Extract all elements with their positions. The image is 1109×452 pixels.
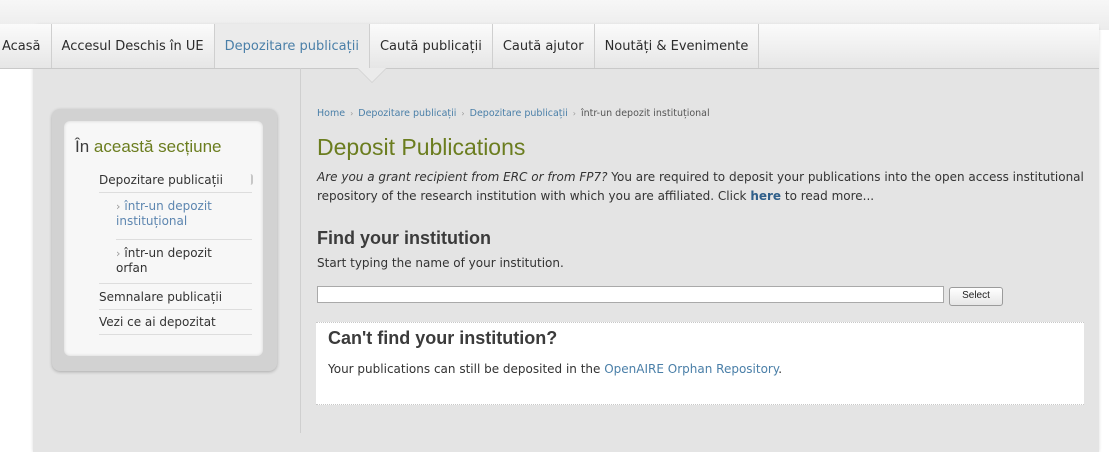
nav-item-home[interactable]: Acasă [0, 24, 52, 68]
not-found-text: Your publications can still be deposited… [328, 362, 782, 376]
sidebar-subitem-orphan[interactable]: › într-un depozit orfan [116, 246, 241, 276]
sidebar-divider [99, 309, 252, 310]
select-button[interactable]: Select [949, 287, 1003, 306]
content-divider [300, 68, 301, 433]
sidebar-title: În această secțiune [75, 137, 222, 157]
sidebar-subitem-label: într-un depozit instituțional [116, 199, 212, 228]
breadcrumb-separator-icon: › [572, 109, 576, 118]
sidebar-panel: În această secțiune Depozitare publicați… [64, 121, 263, 356]
chevron-right-icon: › [116, 200, 121, 213]
sidebar-divider [99, 192, 252, 193]
sidebar-divider [116, 239, 252, 240]
breadcrumb-separator-icon: › [461, 109, 465, 118]
not-found-text-tail: . [778, 362, 783, 376]
intro-question: Are you a grant recipient from ERC or fr… [317, 170, 608, 184]
find-institution-help: Start typing the name of your institutio… [317, 256, 564, 270]
scroll-handle-icon [248, 174, 253, 185]
find-institution-heading: Find your institution [317, 228, 491, 248]
nav-item-news-events[interactable]: Noutăți & Evenimente [595, 24, 760, 68]
breadcrumb-current: într-un depozit instituțional [580, 108, 710, 119]
breadcrumb: Home › Depozitare publicații › Depozitare pu… [317, 108, 710, 119]
breadcrumb-home[interactable]: Home [317, 108, 345, 119]
sidebar-divider [99, 334, 252, 335]
institution-search-input[interactable] [317, 286, 944, 303]
sidebar-title-rest: această secțiune [93, 137, 222, 156]
orphan-repository-link[interactable]: OpenAIRE Orphan Repository [604, 362, 778, 376]
breadcrumb-separator-icon: › [350, 109, 354, 118]
nav-item-search-publications[interactable]: Caută publicații [370, 24, 493, 68]
nav-item-search-help[interactable]: Caută ajutor [493, 24, 595, 68]
intro-tail: to read more... [781, 189, 875, 203]
not-found-box: Can't find your institution? Your public… [316, 322, 1084, 405]
read-more-link[interactable]: here [750, 189, 781, 203]
nav-active-pointer [358, 68, 386, 82]
sidebar-divider [99, 283, 252, 284]
intro-paragraph: Are you a grant recipient from ERC or fr… [317, 168, 1087, 206]
not-found-text-body: Your publications can still be deposited… [328, 362, 605, 376]
sidebar-subitem-institutional[interactable]: › într-un depozit instituțional [116, 199, 241, 229]
page-title: Deposit Publications [317, 134, 526, 160]
breadcrumb-deposit-2[interactable]: Depozitare publicații [470, 108, 568, 119]
nav-item-open-access-eu[interactable]: Accesul Deschis în UE [52, 24, 215, 68]
sidebar-item-deposit[interactable]: Depozitare publicații [99, 173, 223, 187]
nav-item-deposit-publications[interactable]: Depozitare publicații [214, 24, 370, 68]
sidebar-item-view-deposited[interactable]: Vezi ce ai depozitat [99, 315, 216, 329]
main-nav: Acasă Accesul Deschis în UE Depozitare p… [0, 24, 1099, 69]
section-sidebar: În această secțiune Depozitare publicați… [52, 109, 277, 371]
breadcrumb-deposit[interactable]: Depozitare publicații [358, 108, 456, 119]
sidebar-item-report[interactable]: Semnalare publicații [99, 290, 222, 304]
sidebar-subitem-label: într-un depozit orfan [116, 246, 212, 275]
chevron-right-icon: › [116, 247, 121, 260]
not-found-heading: Can't find your institution? [328, 328, 558, 348]
sidebar-title-prefix: În [75, 137, 90, 156]
